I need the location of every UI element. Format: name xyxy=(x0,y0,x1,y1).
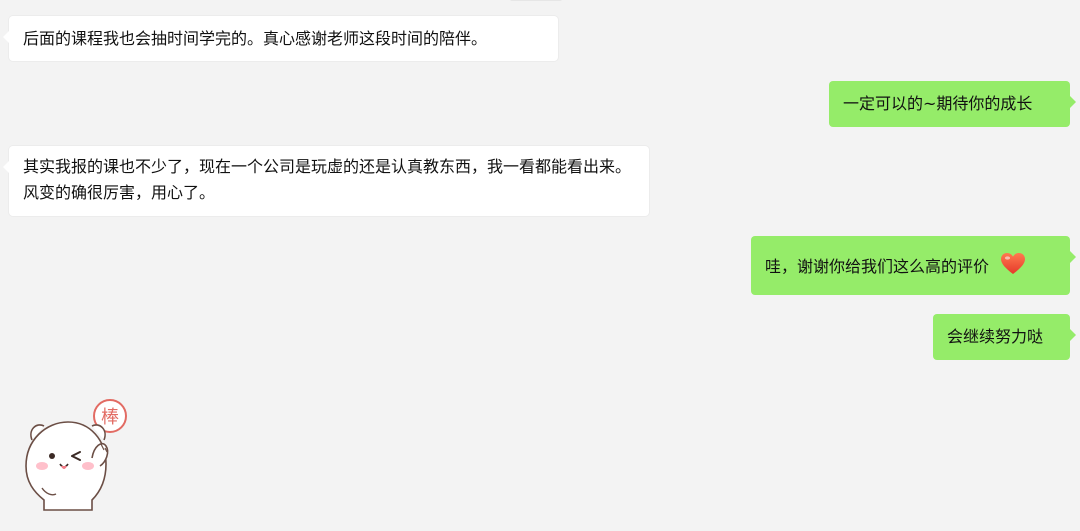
heart-icon xyxy=(1000,252,1026,284)
message-bubble-sent[interactable]: 哇，谢谢你给我们这么高的评价 xyxy=(751,236,1076,295)
message-bubble-received[interactable]: 其实我报的课也不少了，现在一个公司是玩虚的还是认真教东西，我一看都能看出来。风变… xyxy=(3,146,649,216)
message-text: 其实我报的课也不少了，现在一个公司是玩虚的还是认真教东西，我一看都能看出来。风变… xyxy=(23,157,632,202)
message-bubble-received[interactable]: 后面的课程我也会抽时间学完的。真心感谢老师这段时间的陪伴。 xyxy=(3,16,558,61)
stamp-text: 棒 xyxy=(101,407,119,428)
message-text: 哇，谢谢你给我们这么高的评价 xyxy=(765,257,990,276)
chat-window: 后面的课程我也会抽时间学完的。真心感谢老师这段时间的陪伴。 一定可以的~期待你的… xyxy=(0,0,1080,531)
message-text: 一定可以的~期待你的成长 xyxy=(843,94,1033,113)
message-bubble-sent[interactable]: 会继续努力哒 xyxy=(933,314,1076,360)
bear-sticker[interactable]: 棒 xyxy=(8,396,132,516)
message-text: 会继续努力哒 xyxy=(947,327,1044,346)
scroll-indicator[interactable] xyxy=(510,0,562,1)
message-text: 后面的课程我也会抽时间学完的。真心感谢老师这段时间的陪伴。 xyxy=(23,29,488,48)
message-bubble-sent[interactable]: 一定可以的~期待你的成长 xyxy=(829,81,1076,127)
